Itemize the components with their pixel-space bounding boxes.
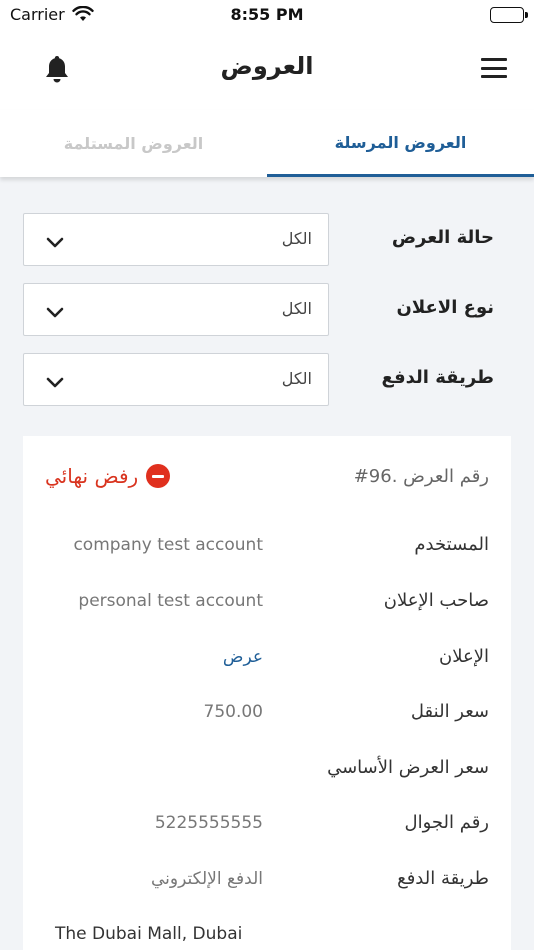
select-value: الكل — [281, 229, 312, 248]
row-label: سعر النقل — [410, 701, 489, 722]
select-value: الكل — [281, 369, 312, 388]
view-ad-link[interactable]: عرض — [223, 647, 263, 667]
row-label: الإعلان — [439, 646, 489, 667]
row-value: 750.00 — [203, 702, 263, 722]
filter-offer-status: حالة العرض الكل — [0, 213, 534, 267]
clock: 8:55 PM — [230, 5, 304, 24]
info-row-ad-owner: صاحب الإعلان personal test account — [23, 590, 511, 620]
offer-card[interactable]: رقم العرض .96# رفض نهائي المستخدم compan… — [23, 436, 511, 950]
filter-label: نوع الاعلان — [396, 297, 494, 318]
tab-sent-offers[interactable]: العروض المرسلة — [267, 110, 534, 177]
row-label: المستخدم — [414, 534, 489, 555]
tab-bar: العروض المرسلة العروض المستلمة — [0, 110, 534, 177]
page-title: العروض — [220, 52, 314, 80]
filter-ad-type: نوع الاعلان الكل — [0, 283, 534, 337]
row-label: صاحب الإعلان — [383, 590, 489, 611]
info-row-ad: الإعلان عرض — [23, 646, 511, 676]
row-label: طريقة الدفع — [397, 868, 489, 889]
row-label: رقم الجوال — [404, 812, 489, 833]
minus-circle-icon — [146, 464, 171, 488]
row-value: personal test account — [78, 591, 263, 611]
tab-received-offers[interactable]: العروض المستلمة — [0, 110, 267, 177]
info-row-payment: طريقة الدفع الدفع الإلكتروني — [23, 868, 511, 898]
chevron-down-icon — [46, 304, 64, 323]
info-row-user: المستخدم company test account — [23, 534, 511, 564]
ad-type-select[interactable]: الكل — [23, 283, 329, 336]
row-value: 5225555555 — [154, 813, 263, 833]
offer-card-header: رقم العرض .96# رفض نهائي — [23, 464, 511, 494]
filter-label: طريقة الدفع — [381, 367, 494, 388]
chevron-down-icon — [46, 374, 64, 393]
hamburger-menu-icon[interactable] — [481, 58, 507, 78]
address-text: The Dubai Mall, Dubai — [55, 924, 243, 944]
payment-method-select[interactable]: الكل — [23, 353, 329, 406]
chevron-down-icon — [46, 234, 64, 253]
filter-label: حالة العرض — [391, 227, 494, 248]
select-value: الكل — [281, 299, 312, 318]
info-row-base-price: سعر العرض الأساسي — [23, 757, 511, 787]
info-row-mobile: رقم الجوال 5225555555 — [23, 812, 511, 842]
filter-payment-method: طريقة الدفع الكل — [0, 353, 534, 407]
offer-number: رقم العرض .96# — [353, 466, 489, 487]
info-row-transport-price: سعر النقل 750.00 — [23, 701, 511, 731]
status-badge: رفض نهائي — [45, 464, 171, 488]
status-text: رفض نهائي — [45, 464, 139, 488]
offer-status-select[interactable]: الكل — [23, 213, 329, 266]
row-value: company test account — [73, 535, 263, 555]
row-value: الدفع الإلكتروني — [150, 869, 263, 889]
battery-icon — [490, 7, 528, 23]
row-label: سعر العرض الأساسي — [327, 757, 489, 778]
navigation-bar: العروض — [0, 30, 534, 110]
status-bar: Carrier 8:55 PM — [0, 0, 534, 30]
